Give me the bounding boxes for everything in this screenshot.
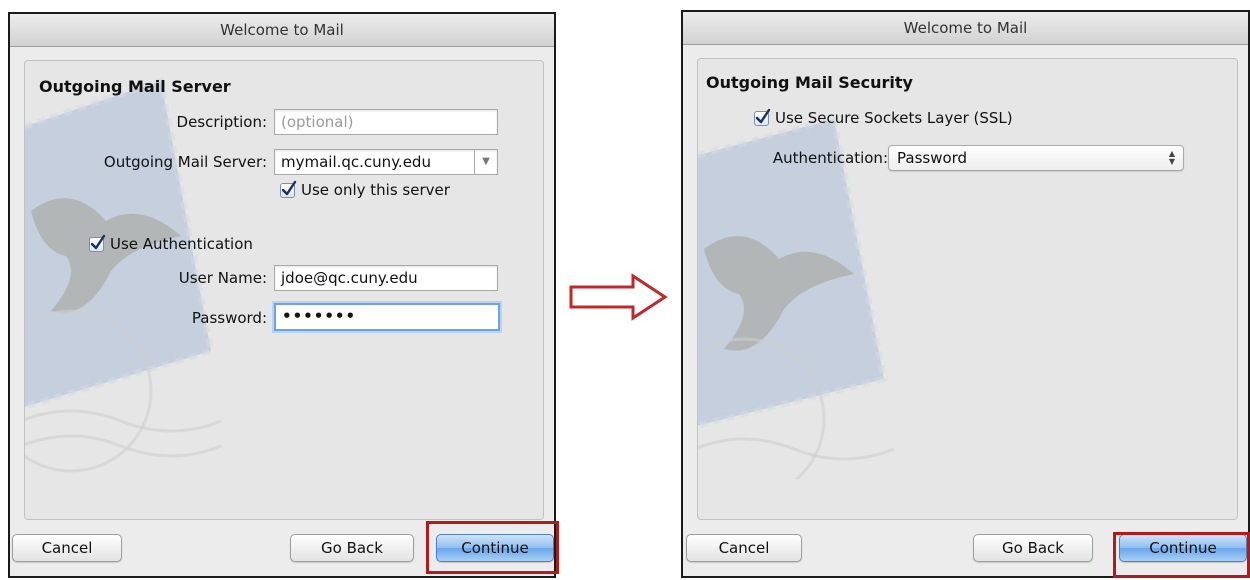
window-title: Welcome to Mail	[10, 14, 554, 47]
checkmark-icon	[90, 234, 106, 249]
user-name-label: User Name:	[178, 269, 267, 287]
user-name-field[interactable]: jdoe@qc.cuny.edu	[274, 265, 498, 291]
updown-arrows-icon: ▲ ▼	[1168, 149, 1175, 166]
content-panel: Outgoing Mail Security Use Secure Socket…	[697, 58, 1238, 520]
right-arrow-icon	[569, 273, 668, 321]
description-field[interactable]: (optional)	[274, 109, 498, 135]
checkmark-icon	[755, 108, 771, 123]
outgoing-server-combobox[interactable]: mymail.qc.cuny.edu ▼	[274, 149, 498, 175]
chevron-down-icon[interactable]: ▼	[474, 150, 497, 174]
use-only-server-label: Use only this server	[301, 181, 450, 199]
section-heading: Outgoing Mail Server	[39, 77, 231, 96]
content-panel: Outgoing Mail Server Description: (optio…	[24, 60, 544, 520]
authentication-value: Password	[897, 149, 968, 167]
continue-highlight-box	[1113, 532, 1250, 578]
description-label: Description:	[176, 113, 267, 131]
cancel-button[interactable]: Cancel	[686, 534, 802, 562]
authentication-popup[interactable]: Password ▲ ▼	[888, 145, 1184, 171]
outgoing-server-value: mymail.qc.cuny.edu	[281, 153, 431, 171]
checkmark-icon	[281, 180, 297, 195]
use-ssl-checkbox[interactable]	[754, 108, 771, 126]
use-authentication-checkbox-row[interactable]: Use Authentication	[89, 234, 253, 253]
password-field[interactable]: •••••••	[274, 303, 500, 331]
use-ssl-label: Use Secure Sockets Layer (SSL)	[775, 109, 1013, 127]
welcome-to-mail-window-mail-security: Welcome to Mail Outgoing Mail Security U…	[681, 10, 1250, 578]
welcome-to-mail-window-outgoing-server: Welcome to Mail Outgoing Mail Server Des…	[8, 12, 556, 578]
continue-highlight-box	[426, 521, 559, 574]
use-ssl-checkbox-row[interactable]: Use Secure Sockets Layer (SSL)	[754, 108, 1013, 127]
use-authentication-checkbox[interactable]	[89, 234, 106, 252]
authentication-label: Authentication:	[772, 149, 888, 167]
password-label: Password:	[191, 309, 267, 327]
outgoing-server-label: Outgoing Mail Server:	[103, 153, 267, 171]
use-authentication-label: Use Authentication	[110, 235, 253, 253]
go-back-button[interactable]: Go Back	[973, 534, 1093, 562]
use-only-server-checkbox[interactable]	[280, 180, 297, 198]
section-heading: Outgoing Mail Security	[706, 73, 913, 92]
cancel-button[interactable]: Cancel	[12, 534, 122, 562]
use-only-server-checkbox-row[interactable]: Use only this server	[280, 180, 450, 199]
go-back-button[interactable]: Go Back	[290, 534, 414, 562]
window-title: Welcome to Mail	[683, 12, 1248, 45]
